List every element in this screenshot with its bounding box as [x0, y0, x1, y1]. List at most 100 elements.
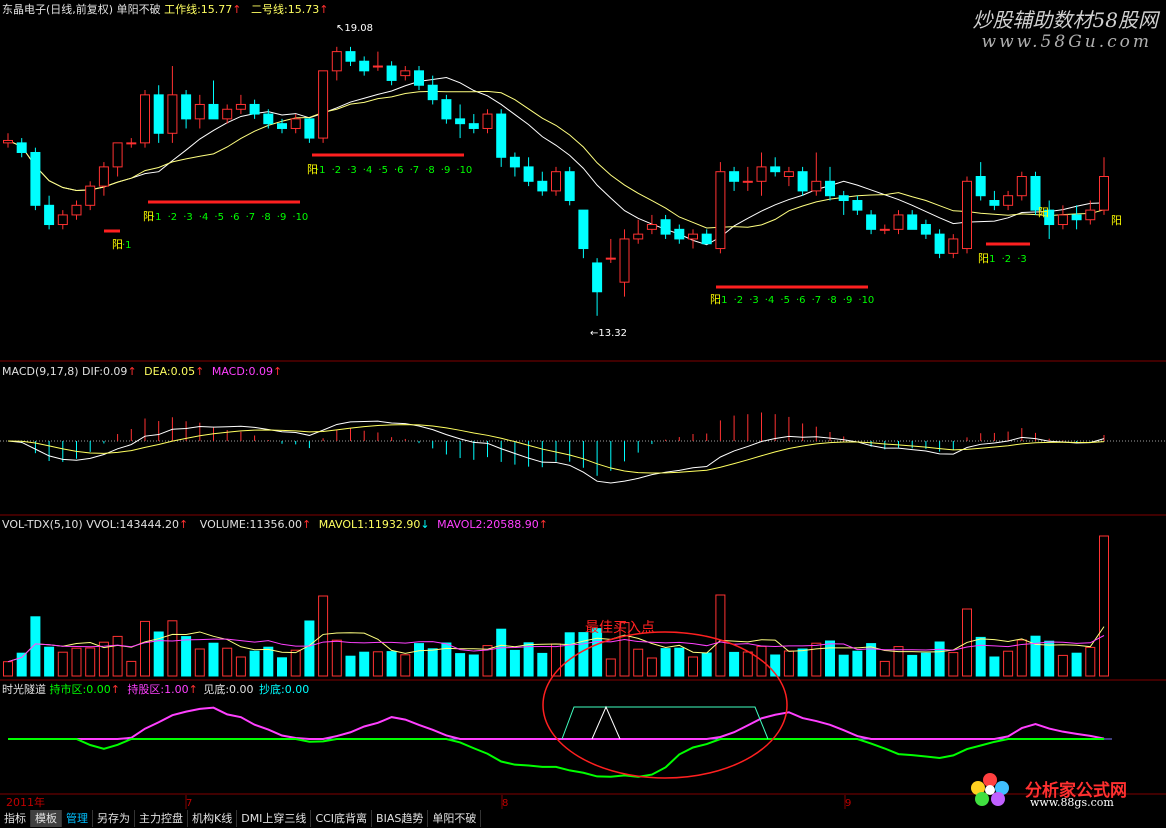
- macd-header: MACD(9,17,8) DIF:0.09↑ DEA:0.05↑ MACD:0.…: [2, 365, 282, 378]
- tab-5[interactable]: 机构K线: [188, 810, 238, 827]
- volume-bar: [140, 620, 150, 677]
- count-label: ·7: [410, 165, 420, 176]
- tab-6[interactable]: DMI上穿三线: [237, 810, 312, 827]
- candle-body: [85, 185, 96, 206]
- candle-body: [98, 166, 109, 187]
- main-header: 东晶电子(日线,前复权) 单阳不破 工作线:15.77↑ 二号线:15.73↑: [2, 3, 328, 16]
- count-label: ·5: [378, 165, 388, 176]
- volume-bar: [222, 647, 233, 677]
- time-year-label: 2011年: [6, 795, 45, 809]
- candle-body: [386, 65, 397, 81]
- candle-body: [208, 103, 219, 120]
- watermark-top: 炒股辅助数材58股网: [973, 4, 1158, 33]
- volume-bar: [509, 649, 520, 677]
- volume-bar: [263, 646, 274, 677]
- volume-bar: [1071, 652, 1082, 677]
- volume-bar: [797, 648, 808, 677]
- volume-bar: [208, 642, 219, 677]
- sell-zone-line: [8, 706, 1105, 740]
- candle-body: [975, 176, 986, 197]
- count-label: ·10: [292, 212, 308, 223]
- candle-body: [646, 224, 657, 230]
- hold-value: 持市区:0.00: [49, 683, 111, 696]
- volume-bar: [920, 652, 931, 677]
- volume-bar: [1099, 535, 1109, 677]
- candle-body: [825, 180, 835, 197]
- candle-body: [455, 118, 466, 125]
- volume-bar: [715, 594, 726, 677]
- sgsd-title: 时光隧道: [2, 683, 46, 696]
- candle-body: [318, 70, 329, 139]
- volume-bar: [126, 660, 137, 677]
- candle-body: [989, 200, 1000, 206]
- up-arrow-icon: ↑: [127, 365, 137, 378]
- dif-value: DIF:0.09: [82, 365, 128, 378]
- count-label: ·4: [199, 212, 209, 223]
- volume-bar: [811, 642, 822, 677]
- count-label: ·3: [347, 165, 357, 176]
- candle-body: [701, 233, 712, 245]
- candle-body: [468, 123, 479, 129]
- candle-body: [30, 151, 41, 206]
- candle-body: [167, 94, 178, 134]
- volume-bar: [537, 652, 548, 677]
- tab-9[interactable]: 单阳不破: [428, 810, 482, 827]
- candle-body: [633, 233, 644, 240]
- vol-title: VOL-TDX(5,10): [2, 518, 83, 531]
- tab-4[interactable]: 主力控盘: [135, 810, 188, 827]
- count-label: ·9: [277, 212, 287, 223]
- tab-0[interactable]: 指标: [0, 810, 31, 827]
- volume-bar: [181, 636, 192, 677]
- candle-body: [578, 209, 589, 250]
- candle-body: [414, 70, 424, 86]
- up-arrow-icon: ↑: [273, 365, 283, 378]
- volume-bar: [729, 651, 740, 677]
- volume-bar: [400, 654, 411, 677]
- candle-body: [893, 214, 904, 230]
- candle-body: [16, 142, 27, 153]
- candle-body: [962, 180, 972, 250]
- tab-2[interactable]: 管理: [62, 810, 93, 827]
- candle-body: [783, 171, 794, 178]
- count-label: ·7: [812, 295, 822, 306]
- volume-bar: [345, 655, 356, 677]
- volume-bar: [468, 654, 479, 677]
- candle-body: [605, 257, 616, 260]
- count-label: ·2: [168, 212, 178, 223]
- candle-body: [71, 204, 82, 216]
- candle-body: [742, 180, 753, 183]
- candle-body: [112, 142, 123, 168]
- volume-bar: [194, 648, 205, 677]
- candle-body: [3, 139, 13, 144]
- volume-bar: [660, 648, 671, 677]
- volume-bar: [523, 642, 534, 677]
- candle-body: [523, 166, 534, 182]
- candle-body: [509, 156, 520, 168]
- count-label: ·5: [780, 295, 790, 306]
- volume-bar: [277, 657, 287, 677]
- macd-panel-plot: [7, 412, 1105, 484]
- count-label: ·8: [261, 212, 271, 223]
- time-month-label: 8: [502, 798, 508, 809]
- macd-value: MACD:0.09: [211, 365, 273, 378]
- volume-bar: [605, 658, 616, 677]
- copy-bottom-signal: [561, 706, 769, 740]
- candle-body: [57, 214, 68, 226]
- tab-3[interactable]: 另存为: [93, 810, 135, 827]
- tab-8[interactable]: BIAS趋势: [372, 810, 429, 827]
- watermark-top-cn: 炒股辅助数材58股网: [972, 8, 1158, 32]
- candle-body: [592, 262, 603, 293]
- candle-body: [934, 233, 945, 254]
- volume-bar: [359, 651, 370, 677]
- indicator-tab-bar: 指标 模板 管理 另存为 主力控盘 机构K线 DMI上穿三线 CCI底背离 BIAS趋势 单阳不破: [0, 809, 1166, 828]
- candlesticks: [3, 46, 1109, 316]
- count-label: ·8: [425, 165, 435, 176]
- tab-1[interactable]: 模板: [31, 810, 62, 827]
- candle-body: [1016, 176, 1027, 197]
- volume-bar: [646, 657, 657, 677]
- up-arrow-icon: ↑: [195, 365, 205, 378]
- candle-body: [496, 113, 507, 158]
- tab-7[interactable]: CCI底背离: [311, 810, 373, 827]
- count-label: ·2: [734, 295, 744, 306]
- volume-bar: [989, 656, 1000, 677]
